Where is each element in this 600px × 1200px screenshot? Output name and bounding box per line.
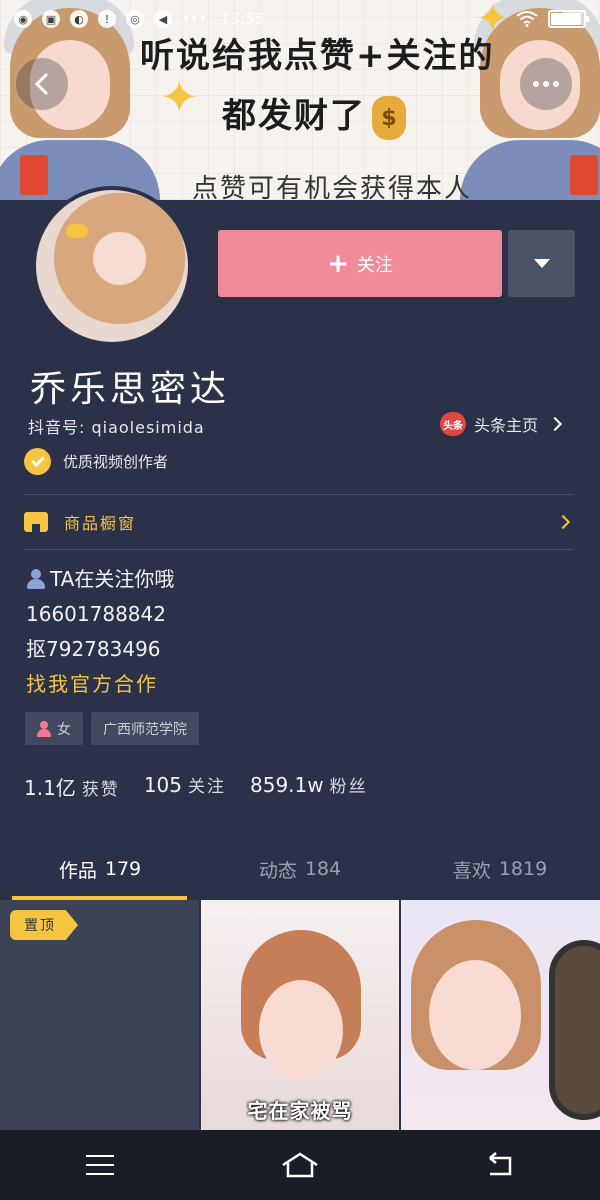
avatar-image [36, 190, 188, 342]
back-button[interactable] [16, 58, 68, 110]
likes-stat: 1.1亿 获赞 [24, 772, 120, 801]
alert-icon: ! [98, 10, 116, 28]
menu-icon [86, 1155, 114, 1175]
creator-verification: 优质视频创作者 [24, 448, 168, 475]
money-bag-icon: $ [372, 96, 406, 140]
female-icon [37, 720, 51, 737]
video-grid: 置顶 宅在家被骂 [0, 900, 600, 1130]
following-count: 105 [143, 773, 182, 797]
banner-text-line2: 都发财了 [222, 96, 366, 136]
bio: TA在关注你哦 16601788842 抠792783496 找我官方合作 [26, 562, 174, 702]
toutiao-icon: 头条 [440, 412, 466, 436]
game-icon: ◎ [126, 10, 144, 28]
tab-label: 喜欢 [452, 859, 491, 882]
tab-activity[interactable]: 动态 184 [200, 838, 400, 900]
video-caption: 宅在家被骂 [247, 1099, 353, 1123]
following-label: 关注 [188, 777, 226, 797]
avatar[interactable] [32, 186, 192, 346]
followers-stat[interactable]: 859.1w 粉丝 [250, 772, 368, 801]
school-label: 广西师范学院 [103, 721, 187, 738]
money-symbol: $ [381, 105, 397, 131]
status-time: 13:55 [220, 10, 265, 28]
return-icon [489, 1152, 512, 1176]
bio-line-3: 抠792783496 [26, 637, 161, 661]
douyin-id: 抖音号: qiaolesimida [28, 418, 205, 437]
school-tag[interactable]: 广西师范学院 [91, 712, 199, 745]
thumbnail-face [429, 960, 522, 1070]
shop-window-label: 商品橱窗 [64, 514, 137, 533]
back-nav-button[interactable] [470, 1135, 530, 1195]
chevron-right-icon [547, 416, 563, 432]
video-thumbnail[interactable]: 置顶 [0, 900, 199, 1130]
status-bar: ◉ ▣ ◐ ! ◎ ◀ ••• 13:55 [0, 0, 600, 38]
home-icon [282, 1152, 318, 1178]
more-options-button[interactable] [520, 58, 572, 110]
divider [24, 494, 574, 495]
chevron-right-icon [555, 514, 571, 530]
tab-count: 184 [304, 858, 342, 880]
toutiao-label: 头条主页 [474, 416, 539, 435]
verified-check-icon [24, 448, 51, 475]
message-icon: ◐ [70, 10, 88, 28]
business-link[interactable]: 找我官方合作 [26, 667, 174, 702]
following-stat[interactable]: 105 关注 [144, 772, 226, 801]
system-nav-bar [0, 1130, 600, 1200]
wifi-icon [516, 11, 538, 27]
chevron-down-icon [533, 259, 550, 268]
followers-label: 粉丝 [329, 777, 368, 797]
shop-icon [24, 512, 48, 532]
person-icon [26, 569, 46, 589]
plus-icon: + [327, 248, 349, 279]
profile-tags: 女 广西师范学院 [25, 712, 199, 745]
more-dot-icon [543, 81, 549, 87]
follow-button-label: 关注 [356, 254, 393, 276]
bio-text-1: TA在关注你哦 [50, 567, 175, 591]
tab-works[interactable]: 作品 179 [0, 838, 200, 900]
divider [24, 549, 574, 550]
sparkle-icon: ✦ [160, 70, 199, 124]
content-tabs: 作品 179 动态 184 喜欢 1819 [0, 838, 600, 900]
more-dot-icon [553, 81, 559, 87]
thumbnail-face [258, 980, 343, 1080]
battery-icon [548, 10, 589, 28]
video-thumbnail[interactable] [401, 900, 600, 1130]
toutiao-homepage-link[interactable]: 头条 头条主页 [440, 412, 563, 436]
gender-label: 女 [57, 721, 71, 738]
menu-button[interactable] [70, 1135, 130, 1195]
chevron-left-icon [34, 72, 49, 96]
gender-tag: 女 [25, 712, 83, 745]
app-notification-icon: ▣ [42, 10, 60, 28]
tab-label: 作品 [58, 859, 97, 882]
more-dot-icon [533, 81, 539, 87]
likes-count: 1.1亿 [24, 776, 76, 800]
follow-button[interactable]: + 关注 [218, 230, 502, 297]
home-button[interactable] [270, 1135, 330, 1195]
tab-label: 动态 [258, 859, 297, 882]
creator-label: 优质视频创作者 [63, 453, 169, 471]
tab-likes[interactable]: 喜欢 1819 [400, 838, 600, 900]
bio-line-1: TA在关注你哦 [26, 562, 174, 597]
profile-stats: 1.1亿 获赞 105 关注 859.1w 粉丝 [24, 772, 368, 801]
bear-plush [549, 940, 600, 1120]
weibo-icon: ◉ [14, 10, 32, 28]
banner-text-line3: 点赞可有机会获得本人 [192, 174, 473, 200]
recommend-dropdown-button[interactable] [508, 230, 575, 297]
battery-level [551, 13, 582, 25]
more-notifications-icon: ••• [182, 11, 207, 27]
pinned-badge: 置顶 [10, 910, 78, 940]
likes-label: 获赞 [81, 780, 120, 800]
profile-name: 乔乐思密达 [30, 369, 231, 410]
tab-count: 1819 [498, 858, 548, 880]
followers-count: 859.1w [250, 773, 324, 797]
tab-count: 179 [104, 858, 142, 880]
video-thumbnail[interactable]: 宅在家被骂 [200, 900, 400, 1130]
bio-line-2: 16601788842 [26, 602, 166, 626]
shop-window-row[interactable]: 商品橱窗 [24, 496, 574, 548]
volume-icon: ◀ [154, 10, 172, 28]
